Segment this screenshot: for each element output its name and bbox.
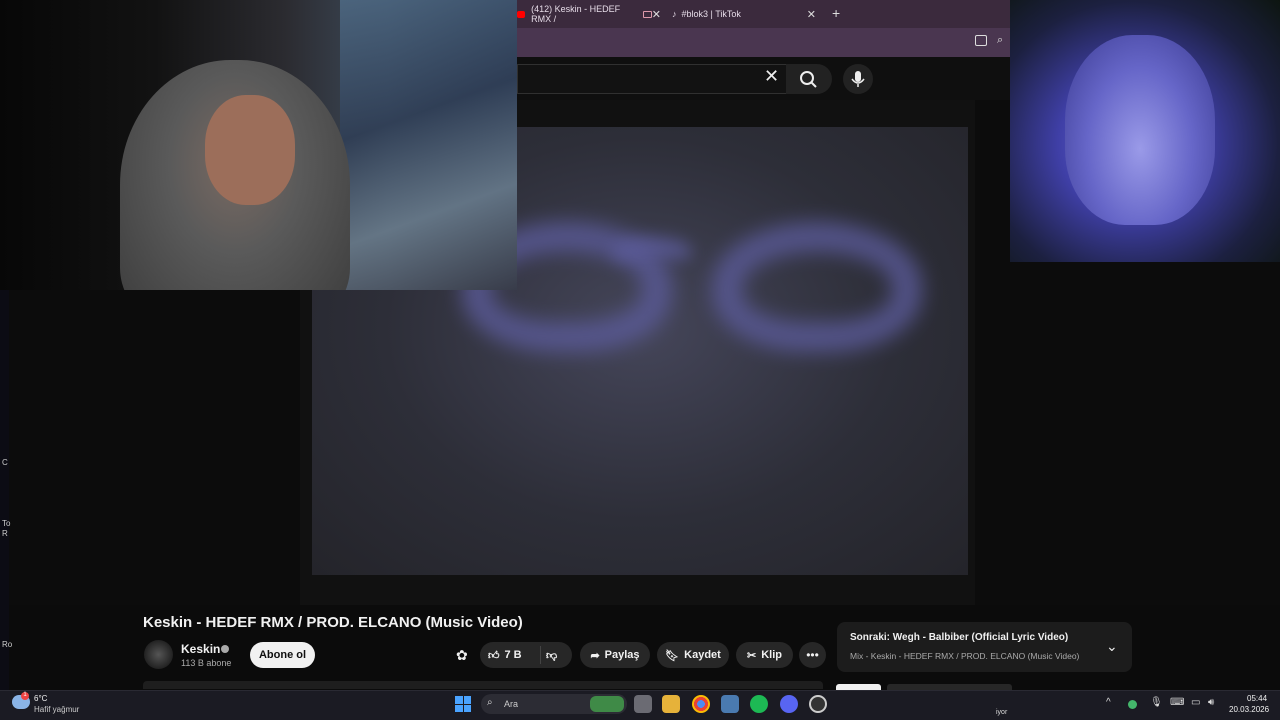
chevron-up-icon[interactable]: ^ [1106, 697, 1111, 708]
like-dislike-group: 👍︎ 7 B 👎︎ [480, 642, 572, 668]
youtube-icon [517, 10, 526, 18]
windows-start-icon[interactable] [455, 696, 471, 712]
zoom-icon[interactable]: ⌕ [997, 34, 1003, 47]
cast-icon[interactable] [975, 35, 987, 46]
search-highlight-icon[interactable] [590, 696, 624, 712]
discord-icon[interactable] [780, 695, 798, 713]
search-input[interactable] [517, 64, 787, 94]
more-icon: ••• [806, 648, 819, 662]
like-count[interactable]: 7 B [505, 649, 522, 661]
video-title: Keskin - HEDEF RMX / PROD. ELCANO (Music… [143, 614, 523, 631]
obs-icon[interactable] [809, 695, 827, 713]
description-box[interactable] [143, 681, 823, 689]
tab-label: #blok3 | TikTok [681, 9, 741, 19]
up-next-panel[interactable] [837, 622, 1132, 672]
clock-date[interactable]: 20.03.2026 [1229, 705, 1269, 714]
like-icon[interactable]: 👍︎ [488, 649, 500, 662]
tab-tiktok[interactable]: ♪ #blok3 | TikTok ✕ [672, 4, 822, 24]
microphone-icon[interactable]: 🎙︎ [1150, 697, 1163, 708]
monkey-image [1065, 35, 1215, 225]
network-icon[interactable]: ▭ [1191, 697, 1200, 708]
streamer-face [205, 95, 295, 205]
close-icon[interactable]: ✕ [807, 8, 816, 21]
share-button[interactable]: ➦ Paylaş [580, 642, 650, 668]
up-next-subtitle: Mix - Keskin - HEDEF RMX / PROD. ELCANO … [850, 651, 1080, 661]
share-icon: ➦ [590, 649, 600, 662]
dislike-icon[interactable]: 👎︎ [546, 649, 557, 662]
save-icon: 🔖︎ [665, 649, 680, 662]
clock-time[interactable]: 05:44 [1247, 694, 1267, 703]
edge-text: Ro [2, 640, 13, 649]
close-icon[interactable]: ✕ [652, 8, 661, 21]
verified-icon [221, 645, 229, 653]
save-label: Kaydet [684, 649, 721, 661]
tab-youtube[interactable]: (412) Keskin - HEDEF RMX / ✕ [517, 4, 667, 24]
tab-label: (412) Keskin - HEDEF RMX / [531, 4, 621, 24]
taskbar-search-label: Ara [504, 699, 519, 709]
thanks-icon[interactable]: ✿ [456, 647, 468, 664]
clip-button[interactable]: ✂ Klip [736, 642, 793, 668]
notification-badge: 1 [21, 692, 29, 700]
media-icon [642, 10, 652, 18]
weather-temperature[interactable]: 6°C [34, 694, 47, 703]
subscribe-button[interactable]: Abone ol [250, 642, 315, 668]
background-painting [340, 0, 517, 290]
channel-avatar[interactable] [144, 640, 173, 669]
status-icon[interactable] [1128, 700, 1137, 709]
more-button[interactable]: ••• [799, 642, 826, 668]
edge-text: To [2, 519, 11, 528]
channel-name[interactable]: Keskin [181, 642, 220, 656]
left-edge-panel: C To R Ro [0, 290, 13, 690]
tiktok-icon: ♪ [672, 9, 677, 19]
tray-text: iyor [996, 709, 1008, 716]
search-icon: ⌕ [487, 697, 493, 708]
app-icon[interactable] [721, 695, 739, 713]
subscriber-count: 113 B abone [181, 658, 232, 668]
volume-icon[interactable]: 🔊︎ [1208, 697, 1214, 708]
microphone-icon [851, 71, 865, 87]
edge-text: C [2, 458, 8, 467]
close-icon[interactable]: ✕ [764, 66, 779, 87]
address-bar[interactable] [517, 28, 1010, 57]
divider [540, 646, 541, 664]
voice-search-button[interactable] [843, 64, 873, 94]
chrome-icon[interactable] [692, 695, 710, 713]
save-button[interactable]: 🔖︎ Kaydet [657, 642, 729, 668]
edge-text: R [2, 529, 8, 538]
task-view-icon[interactable] [634, 695, 652, 713]
keyboard-icon[interactable]: ⌨ [1170, 697, 1184, 708]
new-tab-button[interactable]: + [832, 5, 840, 21]
chevron-down-icon[interactable]: ⌄ [1106, 638, 1118, 655]
file-explorer-icon[interactable] [662, 695, 680, 713]
search-button[interactable] [786, 64, 832, 94]
webcam-overlay-monkey [1010, 0, 1280, 262]
share-label: Paylaş [604, 649, 640, 661]
webcam-overlay-streamer [0, 0, 517, 290]
glasses-lens-right [712, 222, 922, 352]
spotify-icon[interactable] [750, 695, 768, 713]
search-icon [800, 71, 817, 88]
clip-label: Klip [761, 649, 782, 661]
clip-icon: ✂ [747, 649, 757, 662]
up-next-title[interactable]: Sonraki: Wegh - Balbiber (Official Lyric… [850, 632, 1068, 643]
weather-description[interactable]: Hafif yağmur [34, 705, 79, 714]
glasses-bridge [612, 237, 692, 267]
